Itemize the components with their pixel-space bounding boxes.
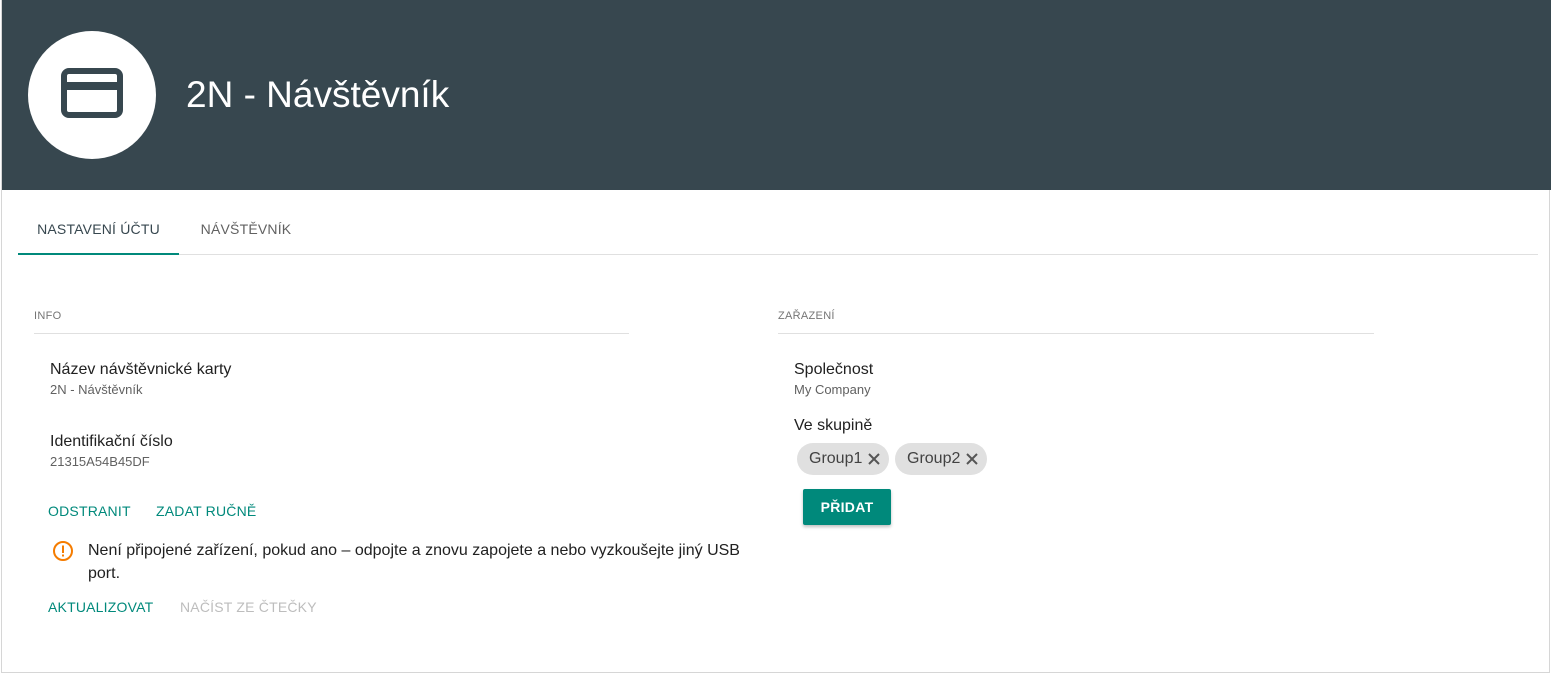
warning-circle-icon — [52, 540, 74, 562]
refresh-button[interactable]: AKTUALIZOVAT — [48, 599, 153, 615]
remove-button[interactable]: ODSTRANIT — [48, 503, 131, 519]
credit-card-icon — [60, 67, 124, 124]
card-container: 2N - Návštěvník NASTAVENÍ ÚČTU NÁVŠTĚVNÍ… — [1, 0, 1551, 673]
tab-account-settings[interactable]: NASTAVENÍ ÚČTU — [18, 204, 179, 255]
assignment-section-title: ZAŘAZENÍ — [778, 310, 835, 322]
read-from-reader-button[interactable]: NAČÍST ZE ČTEČKY — [180, 599, 317, 615]
id-number-label: Identifikační číslo — [50, 433, 173, 450]
group-chip-label: Group1 — [809, 450, 863, 467]
group-chip-label: Group2 — [907, 450, 961, 467]
company-label: Společnost — [794, 361, 874, 378]
tab-bar: NASTAVENÍ ÚČTU NÁVŠTĚVNÍK — [18, 204, 1538, 255]
warning-text: Není připojené zařízení, pokud ano – odp… — [88, 542, 740, 582]
page-title: 2N - Návštěvník — [186, 74, 450, 115]
group-chip: Group1 — [797, 443, 890, 475]
assignment-divider — [778, 333, 1374, 334]
id-number-value: 21315A54B45DF — [50, 454, 150, 469]
info-divider — [34, 333, 629, 334]
close-icon[interactable] — [865, 450, 883, 468]
group-chip: Group2 — [895, 443, 988, 475]
device-warning: Není připojené zařízení, pokud ano – odp… — [52, 539, 742, 585]
card-name-value: 2N - Návštěvník — [50, 382, 143, 397]
add-group-button[interactable]: PŘIDAT — [803, 489, 891, 525]
group-label: Ve skupině — [794, 417, 873, 434]
avatar — [28, 31, 156, 159]
close-icon[interactable] — [963, 450, 981, 468]
company-value: My Company — [794, 382, 871, 397]
card-header: 2N - Návštěvník — [2, 0, 1551, 190]
tab-visitor[interactable]: NÁVŠTĚVNÍK — [179, 204, 313, 254]
manual-entry-button[interactable]: ZADAT RUČNĚ — [156, 503, 256, 519]
info-section-title: INFO — [34, 310, 62, 322]
card-name-label: Název návštěvnické karty — [50, 361, 232, 378]
